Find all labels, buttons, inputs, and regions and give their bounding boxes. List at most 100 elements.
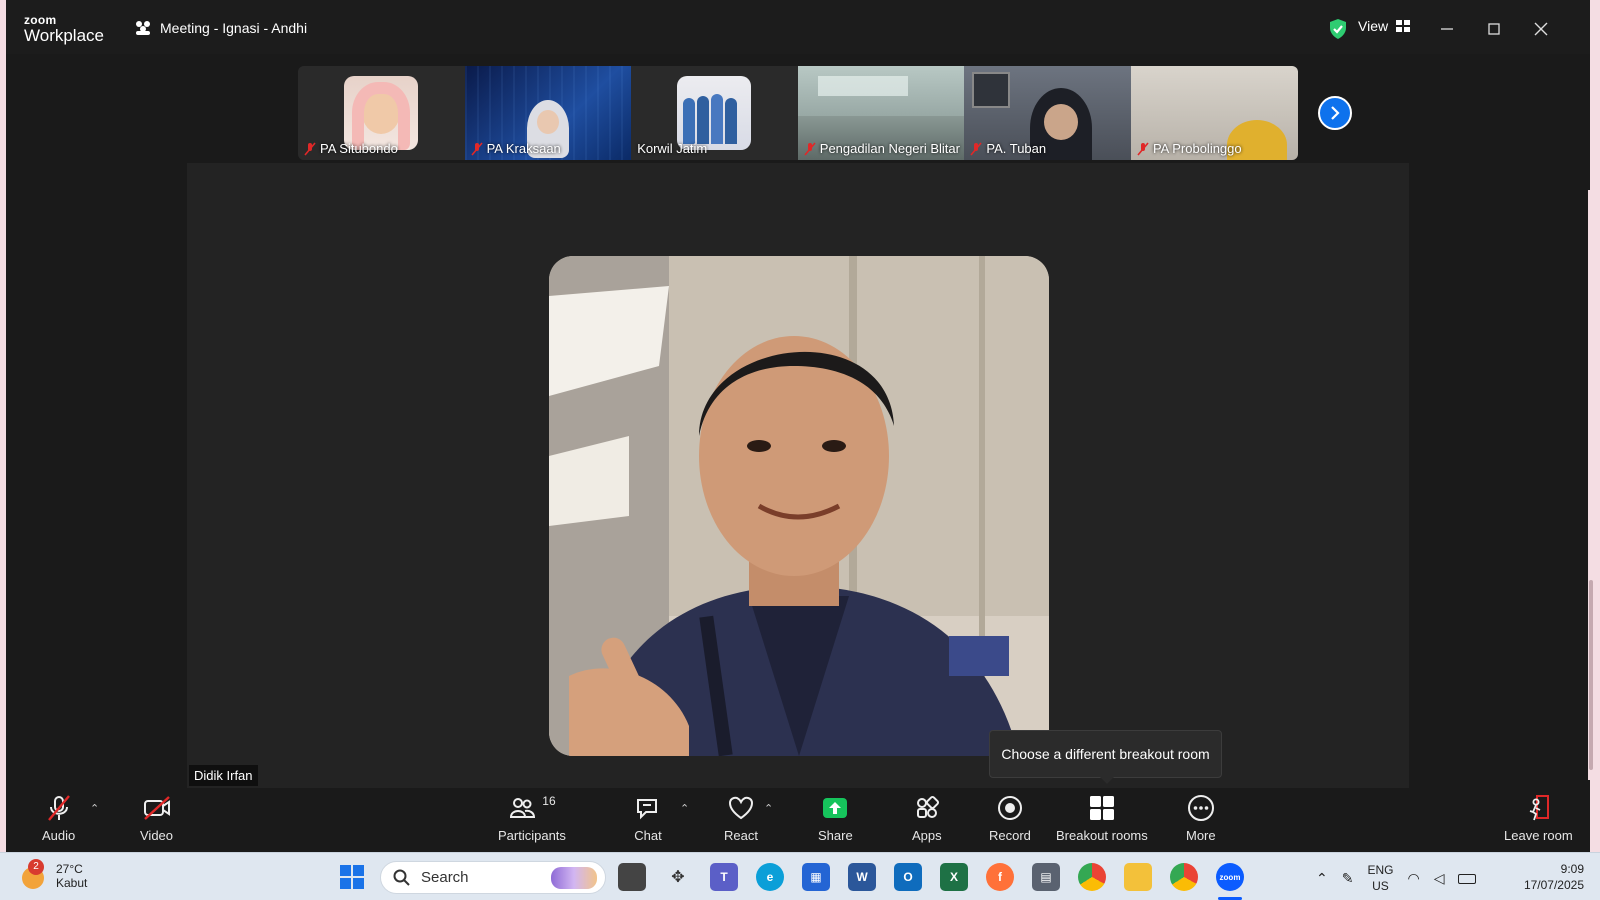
minimize-button[interactable] [1432, 14, 1462, 44]
wifi-icon[interactable]: ◠ [1407, 870, 1419, 887]
language-code: ENG [1367, 863, 1394, 877]
audio-options-chevron-icon[interactable]: ⌃ [90, 802, 99, 815]
breakout-tooltip: Choose a different breakout room [989, 730, 1222, 784]
calculator-icon[interactable]: ▤ [1032, 863, 1060, 891]
apps-button[interactable]: Apps [912, 794, 942, 843]
excel-icon[interactable]: X [940, 863, 968, 891]
start-button[interactable] [338, 863, 366, 891]
thumbnail-label: PA. Tuban [986, 141, 1047, 156]
participant-thumbnail-strip: PA Situbondo PA Kraksaan Korwil Jatim Pe… [298, 66, 1298, 160]
thumbnail-label: PA Kraksaan [486, 141, 561, 156]
search-icon [393, 869, 410, 886]
apps-icon [916, 795, 939, 818]
chat-options-chevron-icon[interactable]: ⌃ [680, 802, 689, 815]
edge-icon[interactable]: e [756, 863, 784, 891]
more-button[interactable]: More [1186, 794, 1216, 843]
tooltip-text: Choose a different breakout room [1001, 746, 1210, 762]
thumbnail-pa-situbondo[interactable]: PA Situbondo [298, 66, 465, 160]
chrome-profile-icon[interactable] [1170, 863, 1198, 891]
breakout-rooms-button[interactable]: Breakout rooms [1056, 794, 1148, 843]
participants-button[interactable]: 16 Participants [498, 794, 566, 843]
meeting-toolbar: Audio ⌃ Video 16 Participants Chat ⌃ Rea… [6, 790, 1590, 852]
breakout-group-icon [136, 21, 150, 35]
chat-label: Chat [634, 828, 662, 843]
weather-condition-text: Kabut [56, 876, 88, 890]
muted-mic-icon [1137, 141, 1149, 156]
battery-icon[interactable] [1458, 873, 1477, 884]
vertical-scrollbar[interactable] [1588, 190, 1594, 780]
chrome-icon[interactable] [1078, 863, 1106, 891]
video-label: Video [140, 828, 174, 843]
breakout-rooms-grid-icon [1089, 796, 1114, 820]
view-button[interactable]: View [1358, 18, 1411, 34]
taskbar-search[interactable]: Search [380, 861, 606, 894]
audio-label: Audio [42, 828, 76, 843]
thumbnail-pa-tuban[interactable]: PA. Tuban [964, 66, 1131, 160]
teams-icon[interactable]: T [710, 863, 738, 891]
leave-room-icon [1530, 795, 1550, 821]
react-label: React [724, 828, 758, 843]
speaker-profile-photo [549, 256, 1049, 756]
record-icon [997, 796, 1022, 820]
firefox-icon[interactable]: f [986, 863, 1014, 891]
video-button[interactable]: Video [140, 794, 173, 843]
leave-room-button[interactable]: Leave room [1504, 794, 1573, 843]
thumbnail-korwil-jatim[interactable]: Korwil Jatim [631, 66, 798, 160]
close-button[interactable] [1526, 14, 1556, 44]
clock-time: 9:09 [1560, 862, 1584, 876]
participants-icon [510, 798, 536, 818]
input-pen-icon[interactable]: ✎ [1342, 870, 1354, 887]
chevron-right-icon [1331, 106, 1340, 120]
zoom-app-icon[interactable]: zoom [1216, 863, 1244, 891]
speaker-name-label: Didik Irfan [189, 765, 258, 786]
outlook-icon[interactable]: O [894, 863, 922, 891]
view-label: View [1358, 18, 1389, 34]
leave-room-label: Leave room [1504, 828, 1573, 843]
minimize-icon [1441, 28, 1453, 30]
copilot-cursor-icon[interactable]: ✥ [664, 863, 692, 891]
record-button[interactable]: Record [989, 794, 1031, 843]
keyboard-layout: US [1372, 878, 1389, 893]
breakout-rooms-label: Breakout rooms [1056, 828, 1148, 843]
reaction-heart-icon [728, 796, 753, 820]
thumbnail-label: Korwil Jatim [637, 141, 708, 156]
active-speaker-stage: Didik Irfan [187, 163, 1409, 788]
weather-alert-badge: 2 [28, 859, 44, 875]
share-button[interactable]: Share [818, 794, 853, 843]
store-icon[interactable]: ▦ [802, 863, 830, 891]
encryption-shield-icon[interactable] [1328, 18, 1348, 40]
more-label: More [1186, 828, 1216, 843]
grid-view-icon [1396, 20, 1411, 32]
thumbnail-label: PA Probolinggo [1152, 141, 1242, 156]
thumbnail-label: PA Situbondo [320, 141, 398, 156]
thumbnail-pengadilan-negeri-blitar[interactable]: Pengadilan Negeri Blitar [797, 66, 965, 160]
system-tray: ⌃ ✎ ENG US ◠ ◁ [1316, 863, 1477, 894]
audio-button[interactable]: Audio [42, 794, 75, 843]
meeting-title[interactable]: Meeting - Ignasi - Andhi [134, 20, 307, 36]
clock[interactable]: 9:09 17/07/2025 [1512, 861, 1584, 893]
show-hidden-icons-chevron-icon[interactable]: ⌃ [1316, 870, 1328, 887]
react-button[interactable]: React [724, 794, 758, 843]
chat-button[interactable]: Chat [634, 794, 662, 843]
language-indicator[interactable]: ENG US [1367, 863, 1393, 894]
thumbnail-pa-kraksaan[interactable]: PA Kraksaan [464, 66, 632, 160]
meeting-title-text: Meeting - Ignasi - Andhi [160, 20, 308, 36]
volume-icon[interactable]: ◁ [1434, 870, 1445, 887]
avatar [344, 76, 418, 150]
task-view-icon[interactable] [618, 863, 646, 891]
chat-bubble-icon [637, 799, 657, 820]
file-explorer-icon[interactable] [1124, 863, 1152, 891]
weather-widget[interactable]: 2 27°C Kabut [18, 859, 88, 891]
thumbnail-label: Pengadilan Negeri Blitar [819, 141, 960, 156]
clock-date: 17/07/2025 [1523, 878, 1584, 893]
thumbnail-pa-probolinggo[interactable]: PA Probolinggo [1130, 66, 1298, 160]
word-icon[interactable]: W [848, 863, 876, 891]
close-icon [1534, 22, 1548, 36]
participants-label: Participants [498, 828, 566, 843]
video-off-icon [143, 796, 170, 820]
title-bar: zoom Workplace Meeting - Ignasi - Andhi … [6, 0, 1590, 54]
maximize-button[interactable] [1479, 14, 1509, 44]
react-options-chevron-icon[interactable]: ⌃ [764, 802, 773, 815]
avatar [677, 76, 752, 150]
next-page-button[interactable] [1318, 96, 1352, 130]
